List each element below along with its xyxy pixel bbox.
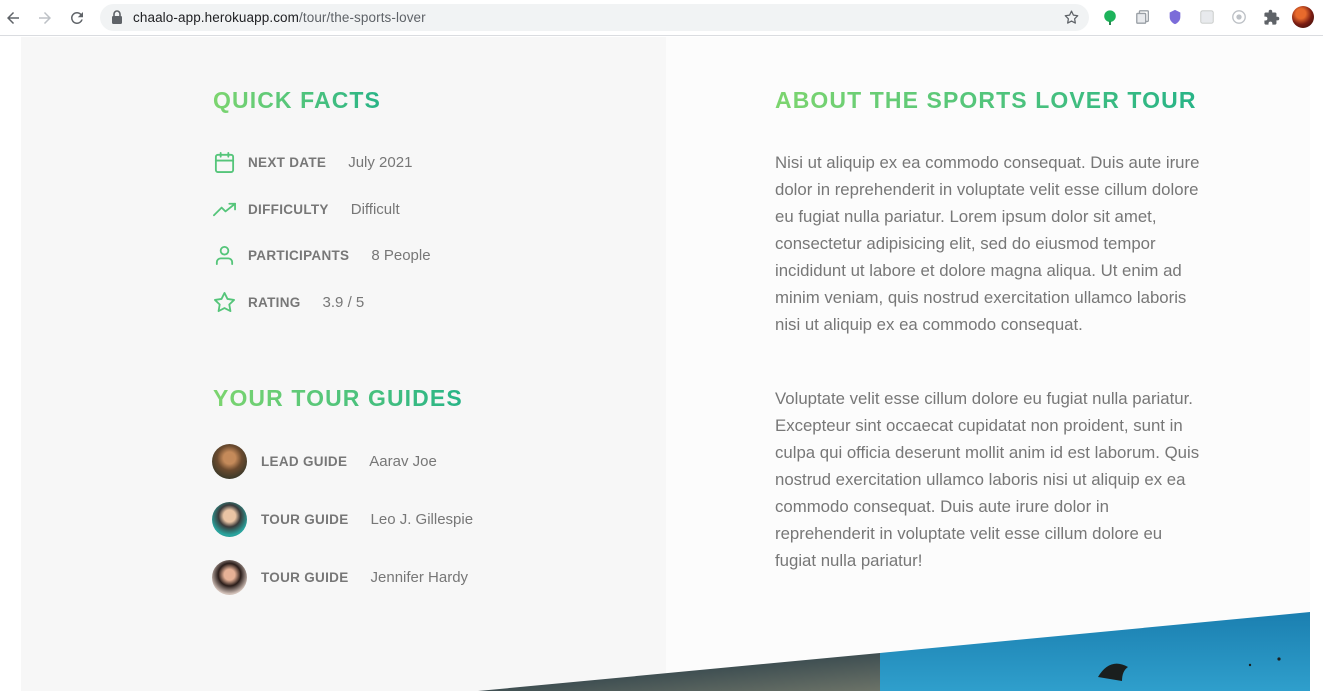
url-text: chaalo-app.herokuapp.com/tour/the-sports…: [133, 10, 426, 25]
about-heading: ABOUT THE SPORTS LOVER TOUR: [775, 87, 1197, 113]
url-path: /tour/the-sports-lover: [299, 10, 426, 25]
reload-icon: [70, 11, 83, 24]
about-panel: [666, 37, 1310, 691]
about-paragraph: Voluptate velit esse cillum dolore eu fu…: [775, 389, 1200, 570]
fact-value: 8 People: [371, 246, 431, 264]
user-icon: [212, 243, 236, 267]
extension-target-icon[interactable]: [1230, 8, 1248, 26]
arrow-left-icon: [7, 12, 19, 24]
lock-icon: [112, 10, 122, 24]
fact-label: DIFFICULTY: [248, 201, 329, 217]
guide-avatar: [212, 501, 247, 537]
tour-description-section: QUICK FACTS NEXT DATE July 2021 DIFFICUL…: [0, 37, 1323, 691]
extension-copy-icon[interactable]: [1134, 8, 1152, 26]
fact-label: PARTICIPANTS: [248, 247, 350, 263]
fact-label: RATING: [248, 294, 301, 310]
reload-button[interactable]: [65, 6, 89, 30]
about-paragraph: Nisi ut aliquip ex ea commodo consequat.…: [775, 153, 1200, 334]
guide-avatar: [212, 559, 247, 595]
fact-difficulty: DIFFICULTY Difficult: [212, 195, 400, 223]
guide-role: TOUR GUIDE: [261, 511, 349, 527]
fact-value: July 2021: [348, 153, 413, 171]
star-icon: [212, 290, 236, 314]
guide-name: Aarav Joe: [369, 452, 437, 470]
address-bar[interactable]: chaalo-app.herokuapp.com/tour/the-sports…: [100, 4, 1089, 31]
fact-value: Difficult: [350, 200, 400, 218]
fact-participants: PARTICIPANTS 8 People: [212, 241, 431, 269]
trending-up-icon: [212, 197, 236, 221]
extension-shield-icon[interactable]: [1166, 8, 1184, 26]
arrow-right-icon: [39, 12, 51, 24]
guide-row: TOUR GUIDE Leo J. Gillespie: [212, 501, 474, 537]
extension-leaf-icon[interactable]: [1101, 8, 1119, 26]
facts-panel: [21, 37, 666, 691]
calendar-icon: [212, 150, 236, 174]
fact-rating: RATING 3.9 / 5: [212, 288, 364, 316]
fact-next-date: NEXT DATE July 2021: [212, 148, 412, 176]
guide-row: LEAD GUIDE Aarav Joe: [212, 443, 437, 479]
bookmark-star-icon[interactable]: [1063, 9, 1080, 26]
profile-avatar[interactable]: [1292, 6, 1314, 28]
fact-value: 3.9 / 5: [322, 293, 365, 311]
extension-grid-icon[interactable]: [1198, 8, 1216, 26]
url-host: chaalo-app.herokuapp.com: [133, 10, 300, 25]
forward-button[interactable]: [33, 6, 57, 30]
guide-role: LEAD GUIDE: [261, 453, 348, 469]
guide-name: Leo J. Gillespie: [370, 510, 474, 528]
extensions-puzzle-icon[interactable]: [1262, 8, 1280, 26]
fact-label: NEXT DATE: [248, 154, 327, 170]
tour-guides-heading: YOUR TOUR GUIDES: [213, 385, 463, 411]
browser-toolbar: chaalo-app.herokuapp.com/tour/the-sports…: [0, 0, 1323, 36]
back-button[interactable]: [1, 6, 25, 30]
guide-row: TOUR GUIDE Jennifer Hardy: [212, 559, 469, 595]
guide-role: TOUR GUIDE: [261, 569, 349, 585]
quick-facts-heading: QUICK FACTS: [213, 87, 381, 113]
guide-name: Jennifer Hardy: [370, 568, 469, 586]
guide-avatar: [212, 443, 247, 479]
